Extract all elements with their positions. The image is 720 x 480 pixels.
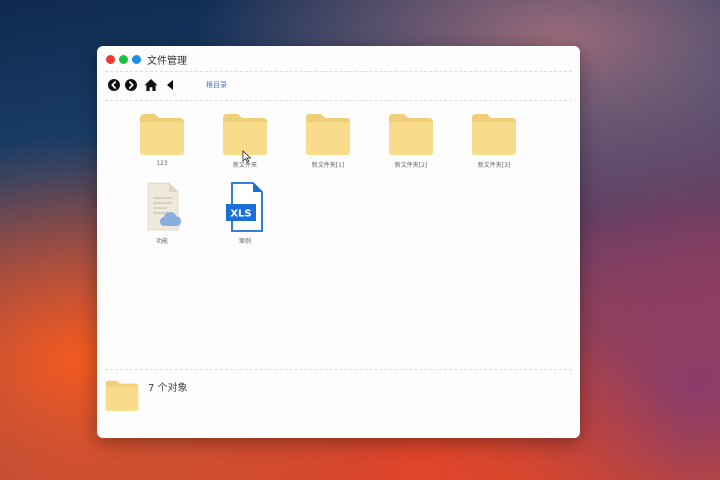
home-icon[interactable] bbox=[144, 78, 158, 92]
folder-item[interactable]: 新文件夹[2] bbox=[376, 112, 446, 169]
breadcrumb[interactable]: 根目录 bbox=[206, 80, 227, 90]
window-title: 文件管理 bbox=[147, 56, 187, 67]
folder-item[interactable]: 123 bbox=[127, 112, 197, 167]
folder-icon bbox=[472, 114, 516, 155]
status-divider bbox=[105, 369, 572, 370]
minimize-button[interactable] bbox=[119, 55, 128, 64]
folder-icon bbox=[306, 114, 350, 155]
file-name: 新文件夹[2] bbox=[394, 162, 428, 169]
chevron-left-circle-icon[interactable] bbox=[108, 79, 120, 91]
xls-file-icon: XLS bbox=[226, 182, 263, 232]
chevron-right-circle-icon[interactable] bbox=[125, 79, 137, 91]
maximize-button[interactable] bbox=[132, 55, 141, 64]
title-bar: 文件管理 bbox=[97, 46, 580, 72]
title-divider bbox=[105, 71, 572, 72]
file-name: 案例 bbox=[238, 238, 251, 245]
file-name: 123 bbox=[156, 160, 168, 167]
close-button[interactable] bbox=[106, 55, 115, 64]
object-count: 7 个对象 bbox=[148, 383, 188, 394]
file-manager-window: 文件管理 根目录 123 新文件夹 新文件夹[1] 新文件夹[2] 新文件夹[3… bbox=[97, 46, 580, 438]
file-name: 新文件夹[3] bbox=[477, 162, 511, 169]
folder-item[interactable]: 新文件夹[3] bbox=[459, 112, 529, 169]
folder-icon bbox=[389, 114, 433, 155]
file-name: 功能 bbox=[155, 238, 168, 245]
triangle-left-icon[interactable] bbox=[165, 79, 175, 91]
folder-item[interactable]: 新文件夹[1] bbox=[293, 112, 363, 169]
file-name: 新文件夹[1] bbox=[311, 162, 345, 169]
file-item[interactable]: 功能 bbox=[127, 182, 197, 245]
mouse-cursor-icon bbox=[242, 150, 251, 163]
cloud-document-icon bbox=[147, 182, 181, 231]
file-item[interactable]: XLS 案例 bbox=[210, 182, 280, 245]
folder-icon bbox=[140, 114, 184, 155]
xls-badge: XLS bbox=[230, 209, 251, 220]
toolbar-divider bbox=[105, 100, 572, 101]
folder-icon bbox=[105, 380, 139, 412]
